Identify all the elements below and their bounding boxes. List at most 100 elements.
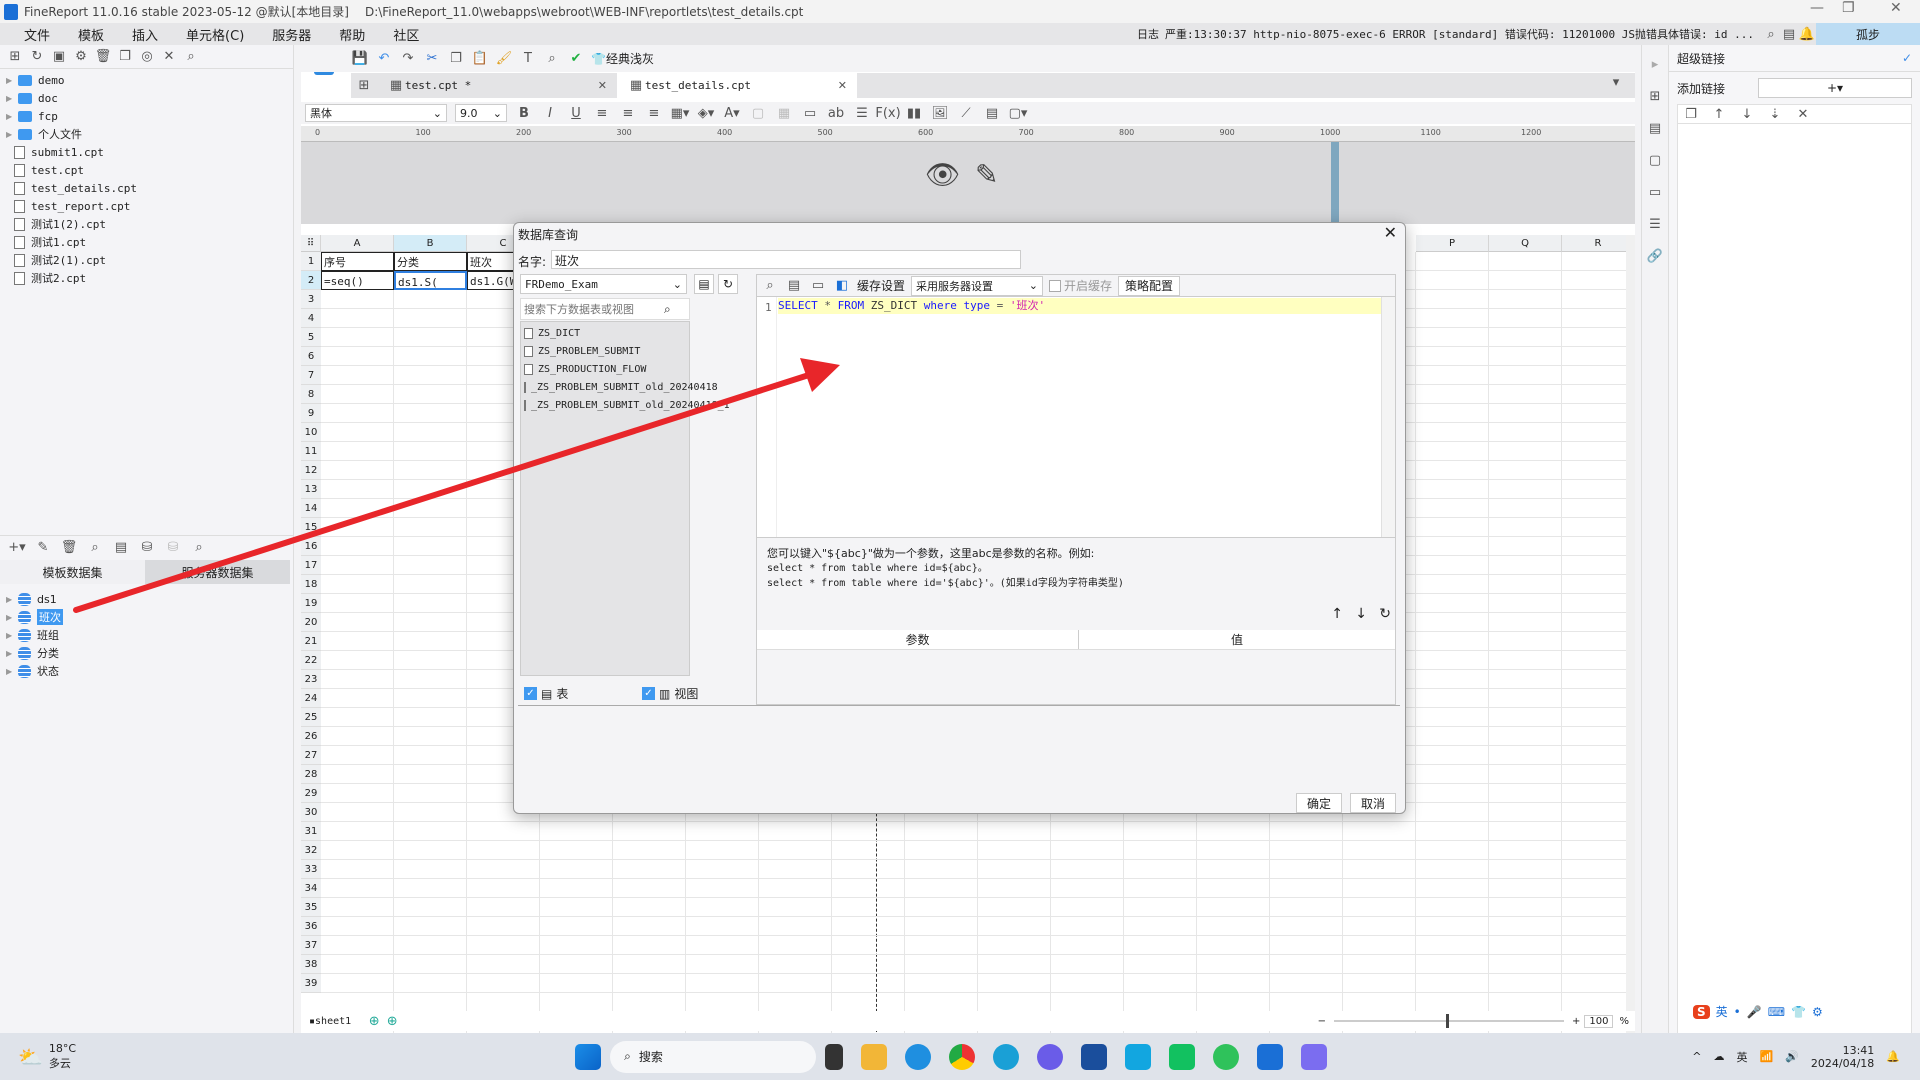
row-header[interactable]: 28: [301, 765, 321, 784]
show-tables-checkbox[interactable]: ✓ ▤ 表: [524, 685, 568, 702]
wechat-icon[interactable]: [1213, 1043, 1240, 1070]
check-icon[interactable]: ✔: [567, 50, 585, 68]
copy-icon[interactable]: ❐: [116, 48, 134, 66]
search-icon[interactable]: ⌕: [182, 48, 200, 66]
row-header[interactable]: 36: [301, 917, 321, 936]
split-icon[interactable]: ▦: [775, 104, 793, 122]
select-all-corner[interactable]: ⠿: [301, 235, 321, 252]
enable-cache-checkbox[interactable]: 开启缓存: [1049, 277, 1112, 294]
preview-icon[interactable]: ⌕: [543, 50, 561, 68]
move-down-icon[interactable]: ↓: [1355, 606, 1367, 622]
font-color-icon[interactable]: A▾: [723, 104, 741, 122]
row-header[interactable]: 17: [301, 556, 321, 575]
cell-attr-icon[interactable]: ⊞: [1646, 87, 1664, 105]
store-icon[interactable]: [1081, 1043, 1108, 1070]
cancel-button[interactable]: 取消: [1350, 793, 1396, 813]
form-icon[interactable]: ☰: [1646, 215, 1664, 233]
file-tree-item[interactable]: test_report.cpt: [0, 197, 293, 215]
image-icon[interactable]: 🖼: [931, 104, 949, 122]
log-message[interactable]: 严重:13:30:37 http-nio-8075-exec-6 ERROR […: [1165, 26, 1754, 42]
menu-community[interactable]: 社区: [379, 25, 433, 44]
row-header[interactable]: 37: [301, 936, 321, 955]
move-down-icon[interactable]: ↓: [1738, 105, 1756, 123]
column-header[interactable]: P: [1416, 235, 1489, 252]
delete-icon[interactable]: 🗑: [60, 539, 78, 557]
app-icon[interactable]: [1037, 1043, 1064, 1070]
strategy-config-button[interactable]: 策略配置: [1118, 275, 1181, 296]
search-icon[interactable]: ⌕: [1762, 25, 1780, 43]
bell-icon[interactable]: 🔔: [1798, 25, 1816, 43]
row-header[interactable]: 35: [301, 898, 321, 917]
edge-icon[interactable]: [993, 1043, 1020, 1070]
cell-border-icon[interactable]: ▢▾: [1009, 104, 1028, 122]
file-tree-item[interactable]: ▶ 个人文件: [0, 125, 293, 143]
sql-icon[interactable]: ▤: [785, 277, 803, 295]
connection-select[interactable]: FRDemo_Exam ⌄: [520, 274, 687, 294]
table-item[interactable]: ZS_PRODUCTION_FLOW: [521, 360, 689, 378]
refresh-params-icon[interactable]: ↻: [1379, 606, 1391, 622]
dataset-item[interactable]: ▶ 分类: [0, 644, 290, 662]
format-painter-icon[interactable]: 🖌: [495, 50, 513, 68]
menu-help[interactable]: 帮助: [325, 25, 379, 44]
restore-button[interactable]: ❐: [1842, 0, 1855, 16]
subreport-icon[interactable]: ▤: [983, 104, 1001, 122]
file-tree-item[interactable]: submit1.cpt: [0, 143, 293, 161]
weather-widget[interactable]: ⛅ 18°C 多云: [18, 1042, 76, 1071]
redo-icon[interactable]: ↷: [399, 50, 417, 68]
row-header[interactable]: 30: [301, 803, 321, 822]
edit-dataset-icon[interactable]: ▤: [112, 539, 130, 557]
move-up-icon[interactable]: ↑: [1710, 105, 1728, 123]
close-window-button[interactable]: ✕: [1890, 0, 1902, 16]
cut-icon[interactable]: ✂: [423, 50, 441, 68]
row-header[interactable]: 26: [301, 727, 321, 746]
menu-template[interactable]: 模板: [64, 25, 118, 44]
settings-icon[interactable]: ⚙: [72, 48, 90, 66]
file-tree-item[interactable]: ▶ demo: [0, 71, 293, 89]
column-header[interactable]: A: [321, 235, 394, 252]
preview-icon[interactable]: ⌕: [761, 277, 779, 295]
save-icon[interactable]: 💾: [351, 50, 369, 68]
cell-B1[interactable]: 分类: [394, 252, 467, 271]
chart-icon[interactable]: ▮▮: [905, 104, 923, 122]
minimize-button[interactable]: —: [1810, 0, 1824, 16]
tab-test-cpt[interactable]: ▦ test.cpt * ✕: [377, 73, 617, 98]
row-header[interactable]: 19: [301, 594, 321, 613]
column-header[interactable]: R: [1562, 235, 1626, 252]
row-header[interactable]: 22: [301, 651, 321, 670]
align-left-icon[interactable]: ≡: [593, 104, 611, 122]
database-icon[interactable]: ⛁: [138, 539, 156, 557]
formula-icon[interactable]: F(x): [875, 104, 900, 122]
row-header[interactable]: 3: [301, 290, 321, 309]
apply-icon[interactable]: ✓: [1902, 51, 1912, 65]
eye-off-icon[interactable]: 👁: [925, 158, 961, 191]
zoom-slider[interactable]: [1334, 1014, 1564, 1028]
chrome-icon[interactable]: [949, 1043, 976, 1070]
expand-icon[interactable]: ▶: [6, 631, 18, 640]
row-header[interactable]: 29: [301, 784, 321, 803]
expand-icon[interactable]: ▶: [6, 667, 18, 676]
move-up-icon[interactable]: ↑: [1331, 606, 1343, 622]
expand-icon[interactable]: ▶: [6, 94, 18, 103]
expand-icon[interactable]: ▶: [6, 595, 18, 604]
sql-scrollbar[interactable]: [1381, 297, 1395, 537]
clock[interactable]: 13:41 2024/04/18: [1811, 1044, 1874, 1070]
sheet-tab[interactable]: ▪sheet1: [309, 1016, 351, 1027]
bold-icon[interactable]: B: [515, 104, 533, 122]
file-tree-item[interactable]: ▶ doc: [0, 89, 293, 107]
row-header[interactable]: 24: [301, 689, 321, 708]
edit-icon[interactable]: ✎: [34, 539, 52, 557]
row-header[interactable]: 11: [301, 442, 321, 461]
ime-toolbar[interactable]: S 英 • 🎤 ⌨ 👕 ⚙: [1693, 1003, 1823, 1020]
refresh-icon[interactable]: ↻: [28, 48, 46, 66]
table-item[interactable]: _ZS_PROBLEM_SUBMIT_old_20240418_1: [521, 396, 730, 414]
cache-select[interactable]: 采用服务器设置 ⌄: [911, 275, 1044, 296]
zoom-out-button[interactable]: −: [1318, 1016, 1326, 1027]
file-tree-item[interactable]: 测试2(1).cpt: [0, 251, 293, 269]
add-sheet-icon[interactable]: ⊕: [365, 1012, 383, 1030]
tab-menu-icon[interactable]: ▾: [1607, 73, 1625, 91]
row-header[interactable]: 10: [301, 423, 321, 442]
paste-icon[interactable]: 📋: [471, 50, 489, 68]
fill-color-icon[interactable]: ◈▾: [697, 104, 715, 122]
ime-icon[interactable]: 英: [1736, 1049, 1747, 1065]
show-views-checkbox[interactable]: ✓ ▥ 视图: [642, 685, 698, 702]
